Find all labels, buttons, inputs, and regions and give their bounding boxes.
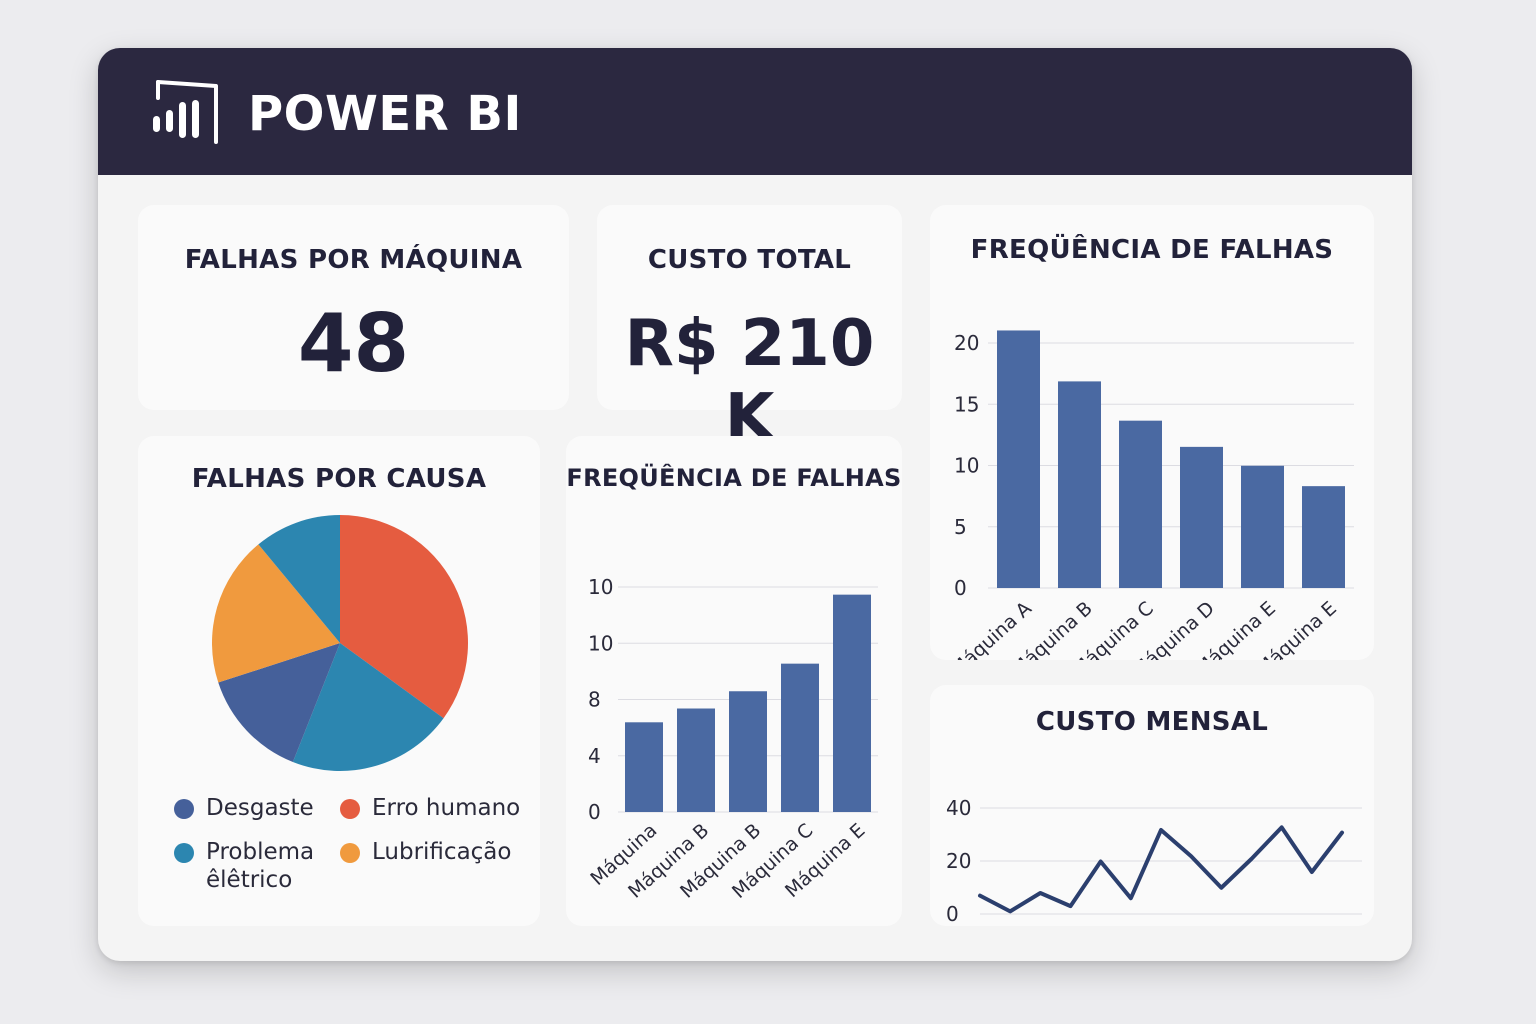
y-tick-label: 20	[954, 331, 979, 355]
y-tick-label: 0	[946, 902, 959, 926]
bar	[677, 708, 715, 812]
title-bar: POWER BI	[98, 48, 1412, 175]
bar	[997, 330, 1040, 588]
legend-label: Problema êlêtrico	[206, 839, 315, 893]
bar	[1058, 381, 1101, 588]
freq-big-chart: 05101520Máquina AMáquina BMáquina CMáqui…	[947, 330, 1354, 660]
legend-label: Desgaste	[206, 795, 314, 821]
dashboard-window: POWER BI FALHAS POR MÁQUINA 48 CUSTO TOT…	[98, 48, 1412, 961]
kpi-custo-card[interactable]: CUSTO TOTAL R$ 210 K	[597, 205, 902, 455]
kpi-falhas-value: 48	[297, 297, 410, 390]
bar	[729, 691, 767, 812]
kpi-falhas-title: FALHAS POR MÁQUINA	[184, 245, 523, 275]
y-tick-label: 4	[588, 744, 601, 768]
pie-chart	[212, 515, 468, 771]
kpi-custo-title: CUSTO TOTAL	[647, 245, 852, 275]
bar	[1180, 446, 1223, 588]
freq-small-chart: 0481010MáquinaMáquina BMáquina BMáquina …	[586, 575, 878, 903]
kpi-custo-value: R$ 210 K	[624, 307, 875, 455]
legend-item-erro-humano[interactable]: Erro humano	[340, 794, 520, 822]
legend-item-desgaste[interactable]: Desgaste	[174, 794, 314, 822]
custo-mensal-card[interactable]: CUSTO MENSAL 02040JanPebMarAprMaiJunJulA…	[930, 685, 1374, 926]
freq-big-card[interactable]: FREQÜÊNCIA DE FALHAS 0 5 10 15 20 Máquina A Má…	[930, 205, 1374, 660]
line-series	[978, 825, 1344, 914]
y-tick-label: 10	[954, 454, 979, 478]
app-title: POWER BI	[248, 86, 522, 142]
bar	[1119, 420, 1162, 588]
legend-dot-erro-humano	[340, 799, 360, 819]
y-tick-label: 5	[954, 515, 967, 539]
freq-small-card[interactable]: FREQÜÊNCIA DE FALHAS 0 4 8 10 10 Máquina Máqui…	[566, 436, 902, 926]
bar	[1241, 465, 1284, 588]
custo-mensal-chart: 02040JanPebMarAprMaiJunJulAgoDez	[946, 796, 1362, 926]
legend-label: Lubrificação	[372, 839, 512, 865]
kpi-falhas-card[interactable]: FALHAS POR MÁQUINA 48	[138, 205, 569, 410]
legend-item-problema-eletrico[interactable]: Problema êlêtrico	[174, 838, 314, 894]
y-tick-label: 40	[946, 796, 971, 820]
bar	[1302, 486, 1345, 588]
y-tick-label: 0	[588, 800, 601, 824]
y-tick-label: 15	[954, 392, 979, 416]
legend-dot-lubrificacao	[340, 843, 360, 863]
y-tick-label: 10	[588, 631, 613, 655]
legend-item-lubrificacao[interactable]: Lubrificação	[340, 838, 511, 866]
bar	[625, 722, 663, 812]
bar	[781, 663, 819, 812]
legend-dot-desgaste	[174, 799, 194, 819]
legend-dot-problema-eletrico	[174, 843, 194, 863]
power-bi-logo-icon	[153, 80, 218, 144]
y-tick-label: 0	[954, 576, 967, 600]
bar	[833, 594, 871, 812]
pie-chart-card[interactable]: FALHAS POR CAUSA Desgaste Erro humano Pr…	[138, 436, 540, 926]
y-tick-label: 8	[588, 688, 601, 712]
y-tick-label: 10	[588, 575, 613, 599]
legend-label: Erro humano	[372, 795, 521, 821]
y-tick-label: 20	[946, 849, 971, 873]
